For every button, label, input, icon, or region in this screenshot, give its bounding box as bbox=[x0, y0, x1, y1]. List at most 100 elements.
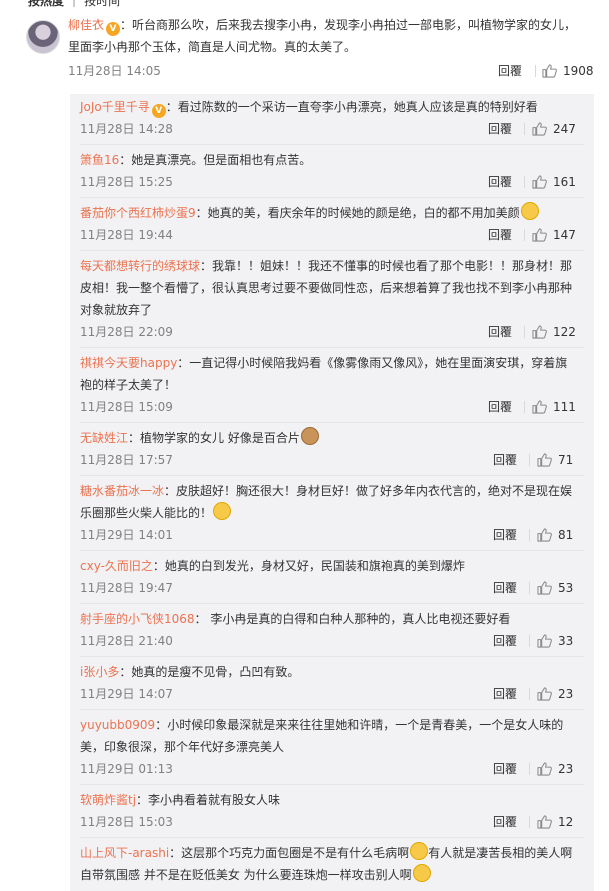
reply-username[interactable]: i张小多 bbox=[80, 665, 119, 679]
main-comment-body: 柳佳衣 V ：听台商那么吹，后来我去搜李小冉，发现李小冉拍过一部电影，叫植物学家的女… bbox=[68, 14, 594, 82]
reply-time: 11月28日 15:03 bbox=[80, 815, 173, 829]
thumbs-up-icon bbox=[537, 634, 552, 648]
tab-separator: | bbox=[72, 0, 77, 7]
reply-button[interactable]: 回覆 bbox=[488, 224, 512, 246]
like-count: 53 bbox=[558, 581, 574, 595]
main-comment-text: 柳佳衣 V ：听台商那么吹，后来我去搜李小冉，发现李小冉拍过一部电影，叫植物学家的女… bbox=[68, 14, 594, 58]
reply-username[interactable]: 射手座的小飞侠1068 bbox=[80, 612, 195, 626]
reply-line: ：我靠！！姐妹！！我还不懂事的时候也看了那个电影！！那身材！那 bbox=[200, 259, 573, 273]
reply-item: 番茄你个西红柿炒蛋9：她真的美，看庆余年的时候她的颜是绝，白的都不用加美颜 11… bbox=[80, 202, 584, 251]
reply-item: 糖水番茄冰一冰：皮肤超好！胸还很大！身材巨好！做了好多年内衣代言的，绝对不是现在… bbox=[80, 480, 584, 551]
like-count: 147 bbox=[553, 228, 576, 242]
reply-line: ：她真的美，看庆余年的时候她的颜是绝，白的都不用加美颜 bbox=[195, 206, 520, 220]
reply-username[interactable]: 糖水番茄冰一冰 bbox=[80, 484, 164, 498]
reply-button[interactable]: 回覆 bbox=[488, 321, 512, 343]
like-button[interactable]: 1908 bbox=[542, 60, 594, 82]
reply-button[interactable]: 回覆 bbox=[488, 118, 512, 140]
reply-button[interactable]: 回覆 bbox=[493, 524, 517, 546]
reply-text: 番茄你个西红柿炒蛋9：她真的美，看庆余年的时候她的颜是绝，白的都不用加美颜 bbox=[80, 202, 584, 224]
reply-line: ：皮肤超好！胸还很大！身材巨好！做了好多年内衣代言的，绝对不是现在娱 bbox=[164, 484, 573, 498]
like-button[interactable]: 33 bbox=[537, 630, 573, 652]
reply-button[interactable]: 回覆 bbox=[493, 630, 517, 652]
reply-username[interactable]: 箫鱼16 bbox=[80, 153, 119, 167]
reply-username[interactable]: cxy-久而旧之 bbox=[80, 559, 153, 573]
thumbs-up-icon bbox=[537, 762, 552, 776]
reply-username[interactable]: yuyubb0909 bbox=[80, 718, 155, 732]
reply-line: ：看过陈数的一个采访一直夸李小冉漂亮，她真人应该是真的特别好看 bbox=[165, 100, 538, 114]
like-button[interactable]: 23 bbox=[537, 758, 573, 780]
reply-item: 每天都想转行的绣球球：我靠！！姐妹！！我还不懂事的时候也看了那个电影！！那身材！… bbox=[80, 255, 584, 348]
reply-username[interactable]: 祺祺今天要happy bbox=[80, 356, 177, 370]
reply-time: 11月28日 19:44 bbox=[80, 228, 173, 242]
reply-time: 11月29日 14:07 bbox=[80, 687, 173, 701]
reply-line: ：小时候印象最深就是来来往往里她和许晴，一个是青春美，一个是女人味的 bbox=[155, 718, 564, 732]
thumbs-up-icon bbox=[532, 400, 547, 414]
reply-line: ：李小冉看着就有股女人味 bbox=[136, 793, 281, 807]
reply-meta: 11月28日 15:25 回覆 161 bbox=[80, 171, 584, 193]
reply-line: ：一直记得小时候陪我妈看《像雾像雨又像风》，她在里面演安琪，穿着旗 bbox=[177, 356, 568, 370]
reply-meta: 11月28日 21:40 回覆 33 bbox=[80, 630, 584, 652]
avatar[interactable] bbox=[26, 20, 60, 54]
thumbs-up-icon bbox=[537, 528, 552, 542]
divider bbox=[535, 65, 536, 77]
reply-username[interactable]: 每天都想转行的绣球球 bbox=[80, 259, 200, 273]
reply-button[interactable]: 回覆 bbox=[493, 811, 517, 833]
confused-emoji-icon bbox=[410, 842, 429, 860]
tab-sort-by-time[interactable]: 按时间 bbox=[84, 0, 120, 9]
like-count: 111 bbox=[553, 400, 576, 414]
like-count: 1908 bbox=[563, 64, 594, 78]
confused-emoji-icon bbox=[412, 864, 431, 882]
divider bbox=[529, 816, 530, 828]
main-comment-username[interactable]: 柳佳衣 bbox=[68, 18, 104, 32]
reply-item: 箫鱼16：她是真漂亮。但是面相也有点苦。 11月28日 15:25 回覆 161 bbox=[80, 149, 584, 198]
divider bbox=[524, 401, 525, 413]
reply-meta: 11月29日 01:13 回覆 23 bbox=[80, 758, 584, 780]
reply-button[interactable]: 回覆 bbox=[493, 758, 517, 780]
like-button[interactable]: 23 bbox=[537, 683, 573, 705]
divider bbox=[529, 582, 530, 594]
reply-text: cxy-久而旧之：她真的白到发光，身材又好，民国装和旗袍真的美到爆炸 bbox=[80, 555, 584, 577]
reply-text: JoJo千里千寻 V ：看过陈数的一个采访一直夸李小冉漂亮，她真人应该是真的特别好看 bbox=[80, 96, 584, 118]
like-button[interactable]: 81 bbox=[537, 524, 573, 546]
reply-button[interactable]: 回覆 bbox=[488, 396, 512, 418]
reply-line: ：她真的白到发光，身材又好，民国装和旗袍真的美到爆炸 bbox=[152, 559, 465, 573]
reply-line: ：她是真漂亮。但是面相也有点苦。 bbox=[119, 153, 312, 167]
tab-sort-by-hot[interactable]: 按热度 bbox=[28, 0, 64, 9]
reply-button[interactable]: 回覆 bbox=[493, 449, 517, 471]
reply-text: 祺祺今天要happy：一直记得小时候陪我妈看《像雾像雨又像风》，她在里面演安琪，… bbox=[80, 352, 584, 396]
reply-item: 山上风下-arashi：这层那个巧克力面包圈是不是有什么毛病啊 有人就是凄苦長相的… bbox=[80, 842, 584, 891]
reply-meta: 11月28日 15:09 回覆 111 bbox=[80, 396, 584, 418]
like-button[interactable]: 12 bbox=[537, 811, 573, 833]
like-button[interactable]: 147 bbox=[532, 224, 576, 246]
reply-button[interactable]: 回覆 bbox=[493, 577, 517, 599]
like-button[interactable]: 247 bbox=[532, 118, 576, 140]
like-button[interactable]: 111 bbox=[532, 396, 576, 418]
like-button[interactable]: 161 bbox=[532, 171, 576, 193]
reply-button[interactable]: 回覆 bbox=[498, 60, 522, 82]
reply-meta: 11月28日 14:28 回覆 247 bbox=[80, 118, 584, 140]
like-button[interactable]: 122 bbox=[532, 321, 576, 343]
reply-username[interactable]: 无缺姓江 bbox=[80, 431, 128, 445]
reply-username[interactable]: 软萌炸酱tj bbox=[80, 793, 136, 807]
reply-item: yuyubb0909：小时候印象最深就是来来往往里她和许晴，一个是青春美，一个是… bbox=[80, 714, 584, 785]
divider bbox=[529, 454, 530, 466]
like-button[interactable]: 53 bbox=[537, 577, 573, 599]
like-button[interactable]: 71 bbox=[537, 449, 573, 471]
reply-line: 对象就放弃了 bbox=[80, 303, 153, 317]
like-count: 23 bbox=[558, 762, 574, 776]
reply-button[interactable]: 回覆 bbox=[488, 171, 512, 193]
like-count: 23 bbox=[558, 687, 574, 701]
reply-time: 11月29日 01:13 bbox=[80, 762, 173, 776]
thumbs-up-icon bbox=[537, 815, 552, 829]
reply-text: 射手座的小飞侠1068： 李小冉是真的白得和白种人那种的，真人比电视还要好看 bbox=[80, 608, 584, 630]
reply-username[interactable]: JoJo千里千寻 bbox=[80, 100, 150, 114]
thumbs-up-icon bbox=[537, 687, 552, 701]
reply-button[interactable]: 回覆 bbox=[493, 683, 517, 705]
reply-meta: 11月28日 22:09 回覆 122 bbox=[80, 321, 584, 343]
reply-item: 祺祺今天要happy：一直记得小时候陪我妈看《像雾像雨又像风》，她在里面演安琪，… bbox=[80, 352, 584, 423]
reply-username[interactable]: 山上风下-arashi bbox=[80, 846, 169, 860]
divider bbox=[529, 763, 530, 775]
main-comment-line-2: 里面李小冉那个玉体，简直是人间尤物。真的太美了。 bbox=[68, 40, 357, 54]
reply-username[interactable]: 番茄你个西红柿炒蛋9 bbox=[80, 206, 196, 220]
laughing-emoji-icon bbox=[520, 202, 539, 220]
